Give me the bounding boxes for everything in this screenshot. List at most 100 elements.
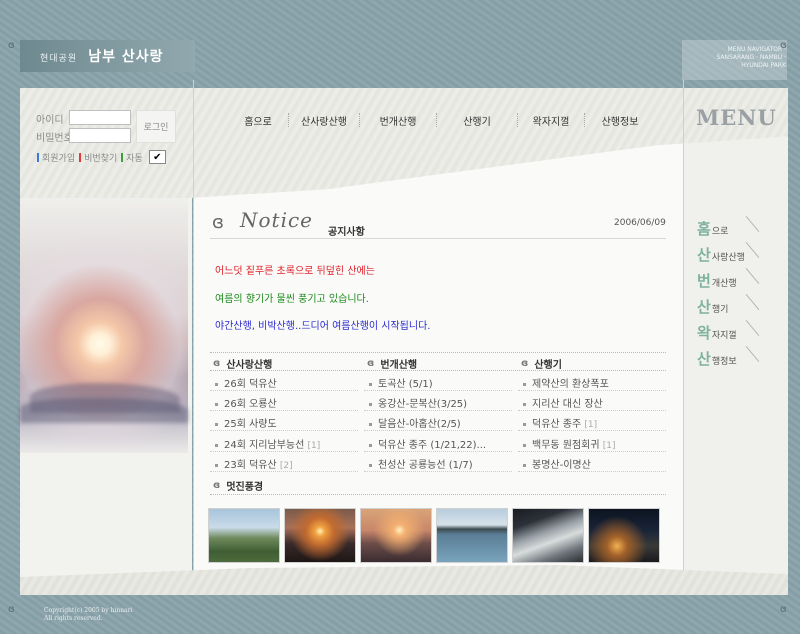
row-divider bbox=[364, 410, 512, 411]
login-links: 회원가입 비번찾기 자동 ✔ bbox=[37, 150, 166, 164]
board-title: 산행기 bbox=[534, 360, 562, 371]
gallery-thumb-sea[interactable] bbox=[436, 508, 508, 563]
list-item[interactable]: 제약산의 환상폭포 bbox=[523, 375, 609, 390]
auto-login-checkbox[interactable]: ✔ bbox=[148, 150, 166, 164]
corner-ornament-icon: ɞ bbox=[8, 604, 15, 615]
row-divider bbox=[518, 471, 666, 472]
list-item[interactable]: 덕유산 종주 (1/21,22)... bbox=[369, 436, 486, 451]
copyright: Copyright(c) 2005 by hinnari All rights … bbox=[44, 607, 132, 623]
pw-label: 비밀번호 bbox=[36, 133, 73, 144]
nav-review[interactable]: 산행기 bbox=[437, 113, 517, 128]
find-bar-icon bbox=[79, 152, 82, 162]
row-divider bbox=[364, 390, 512, 391]
leaf-icon: ɞ bbox=[521, 358, 529, 369]
leaf-icon: ɞ bbox=[213, 358, 221, 369]
list-item[interactable]: 26회 덕유산 bbox=[215, 375, 277, 390]
notice-message: 어느덧 짙푸른 초록으로 뒤덮힌 산에는 bbox=[215, 266, 375, 277]
login-button[interactable]: 로그인 bbox=[136, 110, 176, 143]
copyright-line: Copyright(c) 2005 by hinnari bbox=[44, 607, 133, 614]
site-title[interactable]: 현대공원 남부 산사랑 bbox=[40, 46, 164, 66]
join-bar-icon bbox=[37, 152, 39, 162]
corner-ornament-icon: ɞ bbox=[8, 40, 15, 51]
board-head-sansarang[interactable]: ɞ 산사랑산행 bbox=[213, 356, 272, 371]
row-divider bbox=[364, 451, 512, 452]
notice-title[interactable]: 공지사항 bbox=[328, 223, 365, 238]
list-item[interactable]: 26회 오룡산 bbox=[215, 395, 277, 410]
notice-logo: Notice bbox=[240, 208, 314, 232]
row-divider bbox=[210, 451, 358, 452]
notice-ornament-icon: ɞ bbox=[212, 212, 224, 233]
list-item[interactable]: 옹강산-문복산(3/25) bbox=[369, 395, 467, 410]
copyright-line: All rights reserved. bbox=[44, 615, 103, 622]
nav-board[interactable]: 왁자지껄 bbox=[518, 113, 584, 128]
gallery-thumb-night[interactable] bbox=[588, 508, 660, 563]
gallery-thumb-sunset[interactable] bbox=[284, 508, 356, 563]
mountain-layer bbox=[20, 398, 188, 423]
list-item[interactable]: 덕유산 종주 [1] bbox=[523, 415, 597, 430]
board-title: 번개산행 bbox=[380, 360, 418, 371]
gallery-thumb-mountain[interactable] bbox=[208, 508, 280, 563]
list-item[interactable]: 토곡산 (5/1) bbox=[369, 375, 433, 390]
row-divider bbox=[518, 430, 666, 431]
right-menu-lightning[interactable]: 번 개산행 bbox=[697, 270, 737, 291]
list-item[interactable]: 23회 덕유산 [2] bbox=[215, 456, 293, 471]
list-item[interactable]: 백무동 원점회귀 [1] bbox=[523, 436, 616, 451]
auto-login-label: 자동 bbox=[126, 153, 143, 164]
auto-bar-icon bbox=[121, 152, 124, 162]
nav-sansarang[interactable]: 산사랑산행 bbox=[289, 113, 359, 128]
notice-date: 2006/06/09 bbox=[614, 218, 666, 228]
leaf-icon: ɞ bbox=[213, 480, 221, 491]
row-divider bbox=[210, 390, 358, 391]
notice-divider bbox=[210, 238, 666, 239]
gallery-head[interactable]: ɞ 멋진풍경 bbox=[213, 478, 263, 493]
list-item[interactable]: 24회 지리남부능선 [1] bbox=[215, 436, 320, 451]
sunset-image bbox=[20, 198, 188, 453]
boards-head-line bbox=[210, 370, 666, 371]
row-divider bbox=[364, 471, 512, 472]
gallery-thumb-cliff[interactable] bbox=[512, 508, 584, 563]
menu-logo: MENU bbox=[696, 105, 777, 130]
gallery-line bbox=[210, 494, 666, 495]
right-menu-home[interactable]: 홈 으로 bbox=[697, 218, 728, 239]
gallery-thumb-dawn[interactable] bbox=[360, 508, 432, 563]
join-link[interactable]: 회원가입 bbox=[42, 151, 75, 164]
right-menu-review[interactable]: 산 행기 bbox=[697, 296, 728, 317]
row-divider bbox=[210, 471, 358, 472]
list-item[interactable]: 봉명산-이명산 bbox=[523, 456, 591, 471]
right-menu-board[interactable]: 왁 자지껄 bbox=[697, 322, 737, 343]
row-divider bbox=[518, 410, 666, 411]
right-menu-info[interactable]: 산 행정보 bbox=[697, 348, 737, 369]
board-title: 산사랑산행 bbox=[226, 360, 273, 371]
top-right-text: MENU NAVIGATOR · SANSARANG · NAMBU · HYU… bbox=[716, 46, 786, 69]
nav-home[interactable]: 홈으로 bbox=[228, 113, 288, 128]
right-menu-sansarang[interactable]: 산 사랑산행 bbox=[697, 244, 745, 265]
site-title-big: 남부 산사랑 bbox=[88, 49, 164, 65]
site-title-small: 현대공원 bbox=[40, 54, 78, 64]
nav-info[interactable]: 산행정보 bbox=[585, 113, 655, 128]
id-input[interactable] bbox=[69, 110, 131, 125]
top-nav: 홈으로 산사랑산행 번개산행 산행기 왁자지껄 산행정보 bbox=[228, 112, 655, 128]
password-input[interactable] bbox=[69, 128, 131, 143]
corner-ornament-icon: ɞ bbox=[780, 604, 787, 615]
gallery-title: 멋진풍경 bbox=[226, 482, 264, 493]
divider-left bbox=[193, 80, 194, 595]
divider-right bbox=[683, 80, 684, 595]
list-item[interactable]: 천성산 공룡능선 (1/7) bbox=[369, 456, 473, 471]
list-item[interactable]: 달음산-아홉산(2/5) bbox=[369, 415, 461, 430]
list-item[interactable]: 25회 사량도 bbox=[215, 415, 277, 430]
board-head-lightning[interactable]: ɞ 번개산행 bbox=[367, 356, 417, 371]
id-label: 아이디 bbox=[36, 115, 64, 126]
row-divider bbox=[518, 390, 666, 391]
leaf-icon: ɞ bbox=[367, 358, 375, 369]
notice-message: 여름의 향기가 물씬 풍기고 있습니다. bbox=[215, 294, 369, 305]
corner-ornament-icon: ɞ bbox=[780, 40, 787, 51]
row-divider bbox=[210, 410, 358, 411]
nav-lightning[interactable]: 번개산행 bbox=[360, 113, 436, 128]
list-item[interactable]: 지리산 대신 장산 bbox=[523, 395, 603, 410]
board-head-review[interactable]: ɞ 산행기 bbox=[521, 356, 562, 371]
boards-top-line bbox=[210, 352, 666, 353]
row-divider bbox=[364, 430, 512, 431]
find-password-link[interactable]: 비번찾기 bbox=[84, 151, 117, 164]
notice-message: 야간산행, 비박산행..드디어 여름산행이 시작됩니다. bbox=[215, 321, 431, 332]
row-divider bbox=[210, 430, 358, 431]
